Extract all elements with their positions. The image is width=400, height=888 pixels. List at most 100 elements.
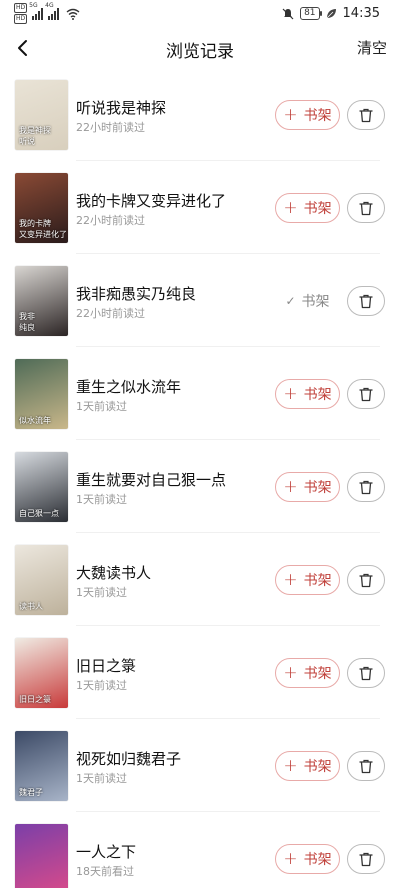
check-icon: ✓ — [285, 294, 296, 308]
cover-text: 自己狠一点 — [19, 509, 59, 518]
delete-button[interactable] — [347, 565, 385, 595]
book-cover[interactable]: 旧日之箓 — [15, 638, 68, 708]
history-item[interactable]: 似水流年 重生之似水流年 1天前读过 + 书架 — [0, 347, 400, 440]
network-tag: 5G — [29, 2, 38, 9]
book-title[interactable]: 大魏读书人 — [76, 562, 151, 583]
read-time: 18天前看过 — [76, 865, 134, 878]
history-item[interactable]: 旧日之箓 旧日之箓 1天前读过 + 书架 — [0, 626, 400, 719]
trash-icon — [359, 387, 373, 401]
trash-icon — [359, 852, 373, 866]
hd-badge: HD — [14, 3, 28, 13]
cover-text: 旧日之箓 — [19, 695, 51, 704]
trash-icon — [359, 294, 373, 308]
history-item[interactable]: 自己狠一点 重生就要对自己狠一点 1天前读过 + 书架 — [0, 440, 400, 533]
mute-bell-icon — [282, 8, 294, 19]
cover-text: 又变异进化了 — [19, 230, 67, 239]
plus-icon: + — [283, 849, 298, 869]
shelf-label: 书架 — [303, 852, 332, 868]
add-to-shelf-button[interactable]: + 书架 — [275, 658, 340, 688]
read-time: 1天前读过 — [76, 586, 127, 599]
book-title[interactable]: 旧日之箓 — [76, 655, 136, 676]
book-cover[interactable]: 读书人 — [15, 545, 68, 615]
plus-icon: + — [283, 198, 298, 218]
read-time: 22小时前读过 — [76, 214, 145, 227]
add-to-shelf-button[interactable]: + 书架 — [275, 751, 340, 781]
read-time: 1天前读过 — [76, 679, 127, 692]
battery-indicator: 81 — [300, 7, 323, 20]
plus-icon: + — [283, 663, 298, 683]
book-cover[interactable]: 自己狠一点 — [15, 452, 68, 522]
trash-icon — [359, 666, 373, 680]
shelf-label: 书架 — [303, 201, 332, 217]
shelf-label: 书架 — [303, 108, 332, 124]
book-title[interactable]: 一人之下 — [76, 841, 136, 862]
plus-icon: + — [283, 477, 298, 497]
leaf-icon — [326, 9, 336, 19]
add-to-shelf-button[interactable]: + 书架 — [275, 100, 340, 130]
trash-icon — [359, 573, 373, 587]
book-title[interactable]: 听说我是神探 — [76, 97, 166, 118]
book-cover[interactable]: 魏君子 — [15, 731, 68, 801]
delete-button[interactable] — [347, 844, 385, 874]
status-bar-right: 81 14:35 — [282, 6, 380, 21]
history-item[interactable]: 我的卡牌 又变异进化了 我的卡牌又变异进化了 22小时前读过 + 书架 — [0, 161, 400, 254]
delete-button[interactable] — [347, 472, 385, 502]
cover-text: 听说 — [19, 137, 35, 146]
cover-text: 我的卡牌 — [19, 219, 51, 228]
shelf-label: 书架 — [303, 480, 332, 496]
signal-icon: 4G — [45, 2, 60, 20]
read-time: 1天前读过 — [76, 400, 127, 413]
trash-icon — [359, 201, 373, 215]
delete-button[interactable] — [347, 379, 385, 409]
hd-badges: HD HD — [14, 3, 28, 24]
status-bar: HD HD 5G 4G 81 14:35 — [0, 0, 400, 28]
history-item[interactable]: 我非 纯良 我非痴愚实乃纯良 22小时前读过 ✓ 书架 — [0, 254, 400, 347]
signal-icon: 5G — [29, 2, 44, 20]
book-cover[interactable]: 似水流年 — [15, 359, 68, 429]
shelf-label: 书架 — [303, 387, 332, 403]
book-cover[interactable]: 我非 纯良 — [15, 266, 68, 336]
shelf-label: 书架 — [301, 294, 330, 310]
read-time: 22小时前读过 — [76, 121, 145, 134]
add-to-shelf-button[interactable]: + 书架 — [275, 565, 340, 595]
trash-icon — [359, 108, 373, 122]
delete-button[interactable] — [347, 100, 385, 130]
book-title[interactable]: 视死如归魏君子 — [76, 748, 181, 769]
plus-icon: + — [283, 105, 298, 125]
clock: 14:35 — [342, 6, 380, 21]
book-cover[interactable] — [15, 824, 68, 888]
add-to-shelf-button[interactable]: + 书架 — [275, 379, 340, 409]
cover-text: 魏君子 — [19, 788, 43, 797]
book-title[interactable]: 我非痴愚实乃纯良 — [76, 283, 196, 304]
history-item[interactable]: 一人之下 18天前看过 + 书架 — [0, 812, 400, 888]
read-time: 1天前读过 — [76, 772, 127, 785]
history-item[interactable]: 我是神探 听说 听说我是神探 22小时前读过 + 书架 — [0, 68, 400, 161]
clear-button[interactable]: 清空 — [357, 37, 387, 58]
delete-button[interactable] — [347, 193, 385, 223]
delete-button[interactable] — [347, 286, 385, 316]
cover-text: 似水流年 — [19, 416, 51, 425]
delete-button[interactable] — [347, 658, 385, 688]
cover-text: 我非 — [19, 312, 35, 321]
hd-badge: HD — [14, 14, 28, 24]
network-tag: 4G — [45, 2, 54, 9]
history-item[interactable]: 读书人 大魏读书人 1天前读过 + 书架 — [0, 533, 400, 626]
book-title[interactable]: 我的卡牌又变异进化了 — [76, 190, 226, 211]
delete-button[interactable] — [347, 751, 385, 781]
trash-icon — [359, 759, 373, 773]
history-item[interactable]: 魏君子 视死如归魏君子 1天前读过 + 书架 — [0, 719, 400, 812]
book-cover[interactable]: 我的卡牌又变异进化了 — [15, 173, 68, 243]
book-cover[interactable]: 我是神探 听说 — [15, 80, 68, 150]
status-bar-left: HD HD 5G 4G — [14, 2, 80, 24]
shelf-label: 书架 — [303, 573, 332, 589]
shelf-label: 书架 — [303, 759, 332, 775]
add-to-shelf-button[interactable]: + 书架 — [275, 844, 340, 874]
book-title[interactable]: 重生就要对自己狠一点 — [76, 469, 226, 490]
trash-icon — [359, 480, 373, 494]
book-title[interactable]: 重生之似水流年 — [76, 376, 181, 397]
plus-icon: + — [283, 570, 298, 590]
add-to-shelf-button[interactable]: + 书架 — [275, 472, 340, 502]
add-to-shelf-button[interactable]: + 书架 — [275, 193, 340, 223]
on-shelf-indicator[interactable]: ✓ 书架 — [275, 286, 340, 316]
cover-text: 读书人 — [19, 602, 43, 611]
